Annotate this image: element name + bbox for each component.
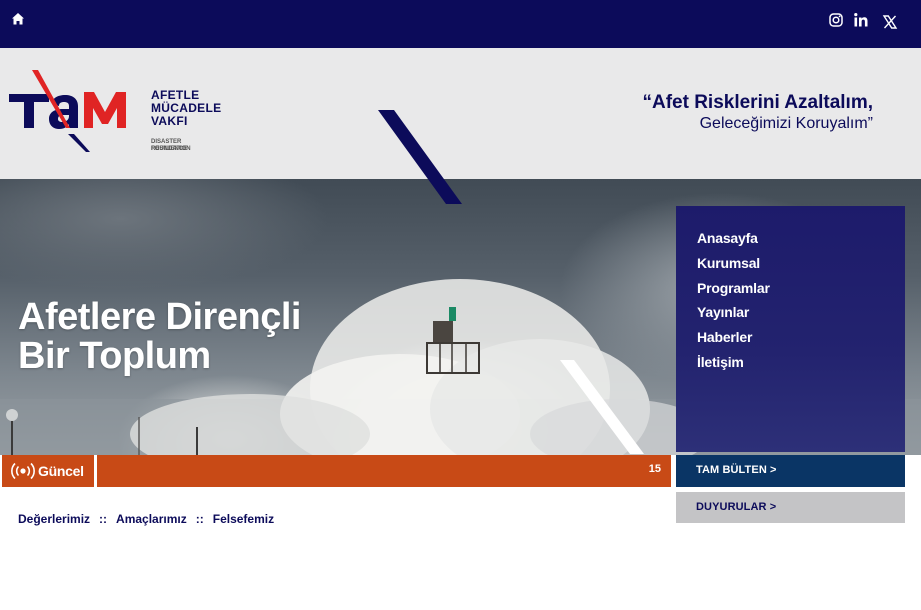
ticker-label[interactable]: Güncel [2, 455, 94, 487]
nav-item-anasayfa[interactable]: Anasayfa [697, 226, 770, 251]
tam-logo-mark [9, 70, 126, 152]
main-nav: Anasayfa Kurumsal Programlar Yayınlar Ha… [676, 206, 905, 452]
slogan-line1: “Afet Risklerini Azaltalım, [642, 92, 873, 113]
hero-title-line1: Afetlere Dirençli [18, 296, 301, 338]
nav-list: Anasayfa Kurumsal Programlar Yayınlar Ha… [697, 226, 770, 375]
news-ticker[interactable]: 15 [97, 455, 671, 487]
sub-links: Değerlerimiz:: Amaçlarımız:: Felsefemiz [18, 512, 274, 526]
logo-line3: VAKFI [151, 114, 188, 128]
link-felsefemiz[interactable]: Felsefemiz [213, 512, 274, 526]
separator: :: [99, 512, 108, 526]
linkedin-icon[interactable] [853, 12, 869, 28]
broadcast-icon [11, 462, 35, 480]
duyurular-button[interactable]: DUYURULAR > [676, 492, 905, 523]
tam-logo[interactable]: AFETLE MÜCADELE VAKFI DISASTER RESILIENC… [8, 68, 221, 158]
x-twitter-icon[interactable] [882, 14, 898, 30]
hero-title-line2: Bir Toplum [18, 335, 211, 377]
duyurular-label: DUYURULAR > [696, 501, 777, 513]
nav-item-yayinlar[interactable]: Yayınlar [697, 300, 770, 325]
link-amaclarimiz[interactable]: Amaçlarımız [116, 512, 187, 526]
separator: :: [195, 512, 204, 526]
home-icon[interactable] [11, 12, 25, 26]
slogan-line2: Geleceğimizi Koruyalım” [699, 115, 873, 132]
nav-item-haberler[interactable]: Haberler [697, 325, 770, 350]
tam-bulten-button[interactable]: TAM BÜLTEN > [676, 455, 905, 487]
nav-item-iletisim[interactable]: İletişim [697, 350, 770, 375]
nav-item-kurumsal[interactable]: Kurumsal [697, 251, 770, 276]
logo-sub2: FOUNDATION [151, 146, 191, 152]
nav-item-programlar[interactable]: Programlar [697, 276, 770, 301]
hero-title: Afetlere Dirençli Bir Toplum [18, 298, 301, 376]
instagram-icon[interactable] [828, 12, 844, 28]
ticker-label-text: Güncel [38, 463, 84, 479]
top-bar [0, 0, 921, 48]
ticker-count: 15 [648, 463, 661, 475]
tam-bulten-label: TAM BÜLTEN > [696, 464, 777, 476]
site-header: AFETLE MÜCADELE VAKFI DISASTER RESILIENC… [0, 48, 921, 179]
link-degerlerimiz[interactable]: Değerlerimiz [18, 512, 90, 526]
slogan: “Afet Risklerini Azaltalım, Geleceğimizi… [642, 92, 873, 134]
